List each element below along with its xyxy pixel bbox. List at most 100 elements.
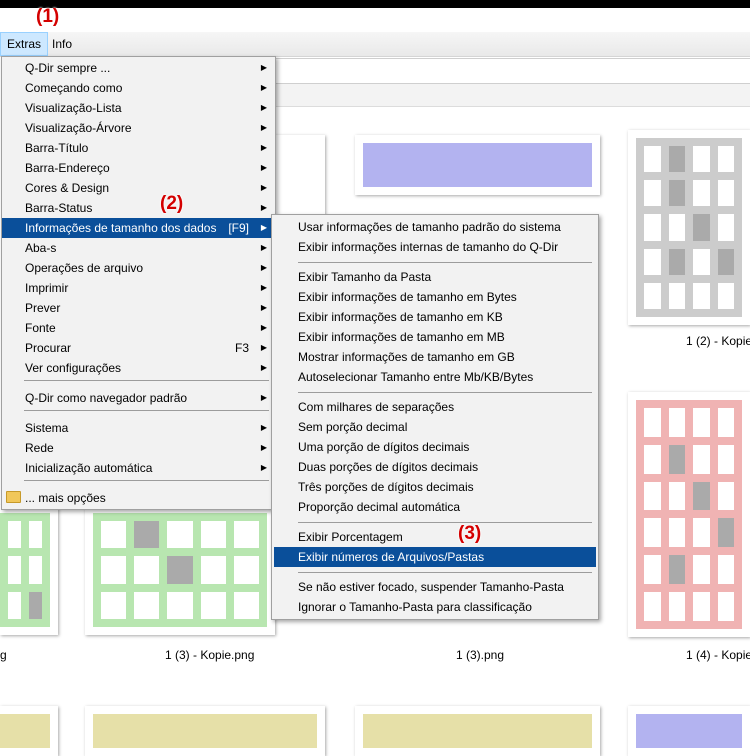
menu-item-mais-opcoes[interactable]: ... mais opções xyxy=(2,488,275,508)
shortcut-label: F3 xyxy=(234,341,249,355)
caption-thumb-4: 1 (4) - Kopie xyxy=(686,648,750,662)
submenu-item-label: Exibir informações de tamanho em KB xyxy=(298,310,503,324)
menu-bar: Extras Info xyxy=(0,32,750,57)
menu-item-barra-titulo[interactable]: Barra-Título ▶ xyxy=(2,138,275,158)
caption-thumb-1: 1 (2) - Kopie xyxy=(686,334,750,348)
submenu-item-label: Usar informações de tamanho padrão do si… xyxy=(298,220,561,234)
menu-item-procurar[interactable]: Procurar F3 ▶ xyxy=(2,338,275,358)
submenu-item-label: Exibir informações de tamanho em MB xyxy=(298,330,505,344)
submenu-arrow-icon: ▶ xyxy=(260,423,267,432)
annotation-1: (1) xyxy=(36,6,60,27)
menu-item-operacoes-de-arquivo[interactable]: Operações de arquivo ▶ xyxy=(2,258,275,278)
submenu-arrow-icon: ▶ xyxy=(260,83,267,92)
annotation-3: (3) xyxy=(458,523,482,544)
menu-item-inicializacao-automatica[interactable]: Inicialização automática ▶ xyxy=(2,458,275,478)
menu-item-label: Barra-Título xyxy=(25,141,89,155)
submenu-arrow-icon: ▶ xyxy=(260,103,267,112)
submenu-arrow-icon: ▶ xyxy=(260,63,267,72)
submenu-item-label: Exibir informações internas de tamanho d… xyxy=(298,240,559,254)
thumbnail-yellow-1[interactable] xyxy=(0,706,58,756)
thumbnail-green-left[interactable] xyxy=(0,505,58,635)
caption-thumb-2: 1 (3) - Kopie.png xyxy=(165,648,255,662)
menu-item-label: Operações de arquivo xyxy=(25,261,144,275)
submenu-arrow-icon: ▶ xyxy=(260,393,267,402)
submenu-item-se-nao-estiver-focado-suspender-tamanho-pasta[interactable]: Se não estiver focado, suspender Tamanho… xyxy=(272,577,598,597)
submenu-item-exibir-tamanho-da-pasta[interactable]: Exibir Tamanho da Pasta xyxy=(272,267,598,287)
menu-separator xyxy=(298,262,592,263)
submenu-item-sem-porcao-decimal[interactable]: Sem porção decimal xyxy=(272,417,598,437)
menu-item-label: Visualização-Árvore xyxy=(25,121,132,135)
menu-item-sistema[interactable]: Sistema ▶ xyxy=(2,418,275,438)
menu-item-label: Inicialização automática xyxy=(25,461,153,475)
thumbnail-green[interactable] xyxy=(85,505,275,635)
menu-item-label: Prever xyxy=(25,301,61,315)
menu-item-label: Começando como xyxy=(25,81,123,95)
title-strip xyxy=(0,0,750,8)
menu-item-label: Imprimir xyxy=(25,281,69,295)
submenu-arrow-icon: ▶ xyxy=(260,323,267,332)
submenu-item-exibir-porcentagem[interactable]: Exibir Porcentagem xyxy=(272,527,598,547)
shortcut-label: [F9] xyxy=(228,221,249,235)
submenu-item-mostrar-informacoes-de-tamanho-em-gb[interactable]: Mostrar informações de tamanho em GB xyxy=(272,347,598,367)
submenu-item-label: Uma porção de dígitos decimais xyxy=(298,440,470,454)
menu-item-informacoes-de-tamanho-dos-dados[interactable]: Informações de tamanho dos dados [F9] ▶ xyxy=(2,218,275,238)
menu-item-cores-design[interactable]: Cores & Design ▶ xyxy=(2,178,275,198)
menu-item-ver-configuracoes[interactable]: Ver configurações ▶ xyxy=(2,358,275,378)
submenu-item-label: Autoselecionar Tamanho entre Mb/KB/Bytes xyxy=(298,370,534,384)
submenu-arrow-icon: ▶ xyxy=(260,143,267,152)
menu-item-q-dir-como-navegador-padrao[interactable]: Q-Dir como navegador padrão ▶ xyxy=(2,388,275,408)
submenu-arrow-icon: ▶ xyxy=(260,263,267,272)
submenu-item-label: Com milhares de separações xyxy=(298,400,455,414)
caption-thumb-3: 1 (3).png xyxy=(456,648,505,662)
submenu-item-proporcao-decimal-automatica[interactable]: Proporção decimal automática xyxy=(272,497,598,517)
submenu-item-exibir-informacoes-de-tamanho-em-mb[interactable]: Exibir informações de tamanho em MB xyxy=(272,327,598,347)
thumbnail-yellow-2[interactable] xyxy=(85,706,325,756)
menu-separator xyxy=(24,410,269,411)
thumbnail-blue-2[interactable] xyxy=(628,706,750,756)
menu-extras[interactable]: Extras xyxy=(0,32,49,56)
submenu-item-ignorar-o-tamanho-pasta-para-classificacao[interactable]: Ignorar o Tamanho-Pasta para classificaç… xyxy=(272,597,598,617)
submenu-item-exibir-informacoes-de-tamanho-em-bytes[interactable]: Exibir informações de tamanho em Bytes xyxy=(272,287,598,307)
menu-item-label: Q-Dir sempre ... xyxy=(25,61,111,75)
menu-item-label: Barra-Status xyxy=(25,201,93,215)
thumbnail-red[interactable] xyxy=(628,392,750,637)
submenu-item-label: Exibir Porcentagem xyxy=(298,530,403,544)
submenu-item-exibir-informacoes-internas-de-tamanho-do-q-dir[interactable]: Exibir informações internas de tamanho d… xyxy=(272,237,598,257)
menu-item-barra-status[interactable]: Barra-Status ▶ xyxy=(2,198,275,218)
submenu-arrow-icon: ▶ xyxy=(260,203,267,212)
address-bar[interactable] xyxy=(270,58,750,84)
submenu-arrow-icon: ▶ xyxy=(260,183,267,192)
menu-item-rede[interactable]: Rede ▶ xyxy=(2,438,275,458)
submenu-arrow-icon: ▶ xyxy=(260,243,267,252)
menu-separator xyxy=(24,480,269,481)
submenu-arrow-icon: ▶ xyxy=(260,343,267,352)
submenu-item-uma-porcao-de-digitos-decimais[interactable]: Uma porção de dígitos decimais xyxy=(272,437,598,457)
menu-item-visualizacao-arvore[interactable]: Visualização-Árvore ▶ xyxy=(2,118,275,138)
submenu-item-com-milhares-de-separacoes[interactable]: Com milhares de separações xyxy=(272,397,598,417)
submenu-item-usar-informacoes-de-tamanho-padrao-do-sistema[interactable]: Usar informações de tamanho padrão do si… xyxy=(272,217,598,237)
menu-item-label: Ver configurações xyxy=(25,361,122,375)
menu-item-barra-endereco[interactable]: Barra-Endereço ▶ xyxy=(2,158,275,178)
menu-item-label: Procurar xyxy=(25,341,72,355)
submenu-arrow-icon: ▶ xyxy=(260,223,267,232)
thumbnail-yellow-3[interactable] xyxy=(355,706,600,756)
menu-item-comecando-como[interactable]: Começando como ▶ xyxy=(2,78,275,98)
submenu-item-exibir-numeros-de-arquivos-pastas[interactable]: Exibir números de Arquivos/Pastas xyxy=(274,547,596,567)
submenu-item-tres-porcoes-de-digitos-decimais[interactable]: Três porções de dígitos decimais xyxy=(272,477,598,497)
menu-item-imprimir[interactable]: Imprimir ▶ xyxy=(2,278,275,298)
menu-separator xyxy=(298,392,592,393)
menu-item-fonte[interactable]: Fonte ▶ xyxy=(2,318,275,338)
menu-item-q-dir-sempre[interactable]: Q-Dir sempre ... ▶ xyxy=(2,58,275,78)
submenu-item-label: Ignorar o Tamanho-Pasta para classificaç… xyxy=(298,600,532,614)
submenu-arrow-icon: ▶ xyxy=(260,163,267,172)
submenu-item-exibir-informacoes-de-tamanho-em-kb[interactable]: Exibir informações de tamanho em KB xyxy=(272,307,598,327)
menu-item-visualizacao-lista[interactable]: Visualização-Lista ▶ xyxy=(2,98,275,118)
menu-item-prever[interactable]: Prever ▶ xyxy=(2,298,275,318)
menu-info[interactable]: Info xyxy=(46,32,78,56)
submenu-item-autoselecionar-tamanho-entre-mb-kb-bytes[interactable]: Autoselecionar Tamanho entre Mb/KB/Bytes xyxy=(272,367,598,387)
submenu-arrow-icon: ▶ xyxy=(260,123,267,132)
submenu-item-duas-porcoes-de-digitos-decimais[interactable]: Duas porções de dígitos decimais xyxy=(272,457,598,477)
thumbnail-blue-1[interactable] xyxy=(355,135,600,195)
menu-item-aba-s[interactable]: Aba-s ▶ xyxy=(2,238,275,258)
thumbnail-gray[interactable] xyxy=(628,130,750,325)
